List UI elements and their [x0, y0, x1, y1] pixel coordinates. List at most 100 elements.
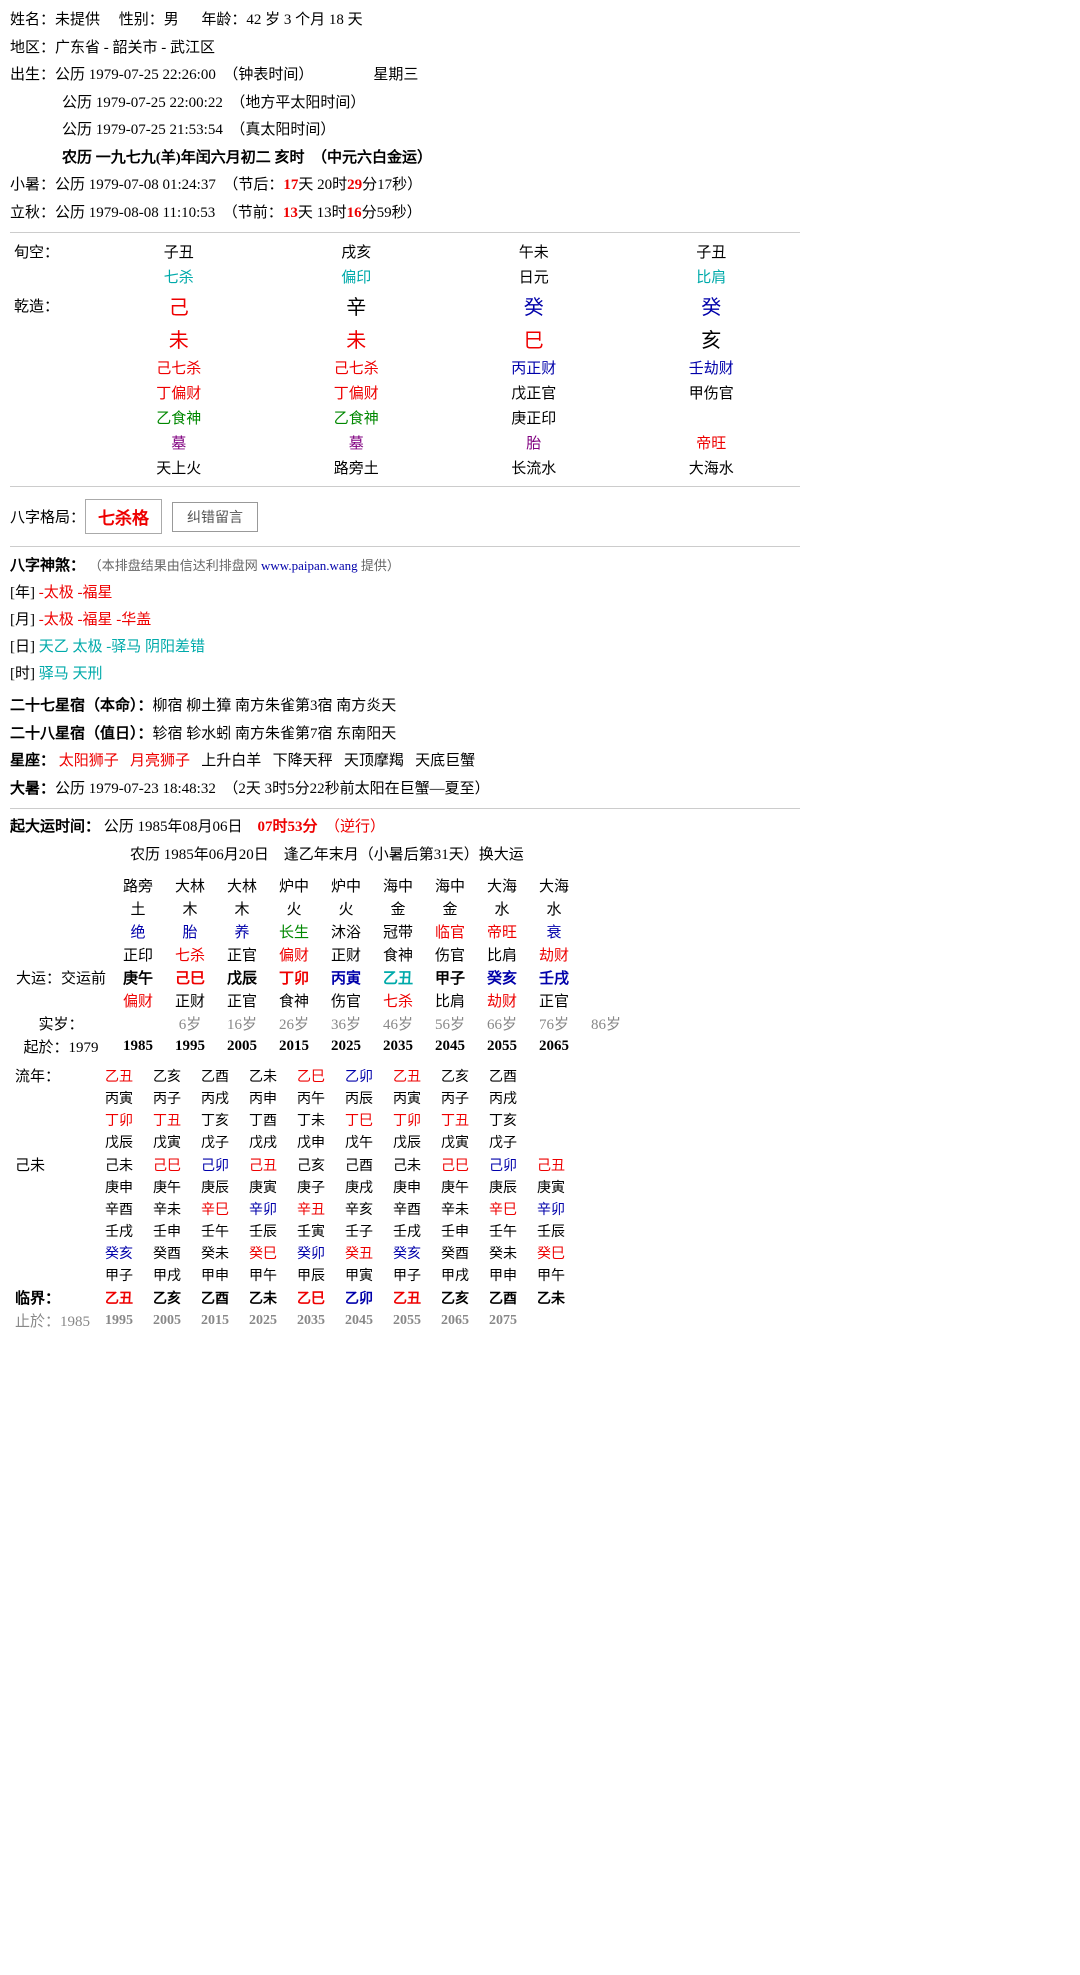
linjie-row: 临界：乙丑乙亥乙酉乙未乙巳乙卯乙丑乙亥乙酉乙未 [10, 1286, 575, 1309]
state-row: 墓 墓 胎 帝旺 [10, 430, 800, 455]
dashu-label: 大暑： [10, 781, 55, 797]
birth-line2: 公历 1979-07-25 22:00:22 （地方平太阳时间） [10, 91, 800, 117]
xingxiu-28-val: 轸宿 轸水蚓 南方朱雀第7宿 东南阳天 [153, 726, 397, 742]
nayin-0: 天上火 [90, 455, 268, 480]
gender-label: 性别： [119, 12, 164, 28]
dayun-start-note: （逆行） [325, 819, 385, 835]
gaju-label: 八字格局： [10, 506, 85, 527]
xz-2: 上升白羊 [201, 753, 261, 769]
liqiu-line: 立秋：公历 1979-08-08 11:10:53 （节前：13天 13时16分… [10, 201, 800, 227]
gaju-btn[interactable]: 纠错留言 [172, 502, 258, 532]
shen-month-bracket: [月] [10, 612, 39, 628]
dz-1: 未 [268, 322, 446, 355]
sub1-3: 壬劫财 [623, 355, 801, 380]
shen-title: 八字神煞： [10, 558, 85, 574]
state-2: 胎 [445, 430, 623, 455]
gaju-value: 七杀格 [98, 504, 149, 529]
birth-line1: 出生：公历 1979-07-25 22:26:00 （钟表时间） 星期三 [10, 63, 800, 89]
xiaoshu-d: 17 [283, 177, 298, 193]
birth-solar2: 公历 1979-07-25 22:00:22 [62, 95, 223, 111]
liqiu-m: 16 [347, 205, 362, 221]
sub3-row: 乙食神 乙食神 庚正印 [10, 405, 800, 430]
bazi-section: 旬空： 子丑 戌亥 午未 子丑 七杀 偏印 日元 比肩 乾造： 己 辛 癸 癸 [10, 239, 800, 480]
xz-5: 天底巨蟹 [415, 753, 475, 769]
liqiu-end: 分59秒） [362, 205, 422, 221]
sub2-3: 甲伤官 [623, 380, 801, 405]
dayun-cell: 金 [424, 897, 476, 920]
dayun-cell: 火 [320, 897, 372, 920]
dayun-row-label [10, 897, 112, 920]
dayun-start-line2: 农历 1985年06月20日 逢乙年末月（小暑后第31天）换大运 [10, 843, 800, 869]
dayun-cell: 木 [164, 897, 216, 920]
state-3: 帝旺 [623, 430, 801, 455]
dayun-cell: 大海 [476, 874, 528, 897]
xingxiu-27-val: 柳宿 柳土獐 南方朱雀第3宿 南方炎天 [153, 698, 397, 714]
sub3-1: 乙食神 [268, 405, 446, 430]
shen-month-items: -太极 -福星 -华盖 [39, 612, 152, 628]
sub3-0: 乙食神 [90, 405, 268, 430]
tg-3: 癸 [623, 289, 801, 322]
xiaoshu-val: 公历 1979-07-08 01:24:37 [55, 177, 216, 193]
shen-day-bracket: [日] [10, 639, 39, 655]
divider2 [10, 486, 800, 487]
xingxiu-27-label: 二十七星宿（本命）： [10, 698, 153, 714]
dayun-cell: 大林 [216, 874, 268, 897]
xiaoshu-m: 29 [347, 177, 362, 193]
dz-2: 巳 [445, 322, 623, 355]
shen-link[interactable]: www.paipan.wang [261, 558, 358, 573]
shen-year-bracket: [年] [10, 585, 39, 601]
liuyun-row: 庚申庚午庚辰庚寅庚子庚戌庚申庚午庚辰庚寅 [10, 1176, 575, 1198]
dayun-start-time: 07时53分 [258, 819, 318, 835]
dayun-cell: 木 [216, 897, 268, 920]
divider4 [10, 808, 800, 809]
divider1 [10, 232, 800, 233]
xiaoshu-label: 小暑： [10, 177, 55, 193]
liqiu-val: 公历 1979-08-08 11:10:53 [55, 205, 215, 221]
birth-lunar: 农历 一九七九(羊)年闰六月初二 亥时 [62, 150, 305, 166]
shen-item-0: [年] -太极 -福星 [10, 580, 800, 607]
xingxiu-28: 二十八星宿（值日）：轸宿 轸水蚓 南方朱雀第7宿 东南阳天 [10, 722, 800, 748]
birth-true: （真太阳时间） [230, 122, 335, 138]
dayun-cell: 大林 [164, 874, 216, 897]
dayun-state: 帝旺 [476, 920, 528, 943]
xingxiu-27: 二十七星宿（本命）：柳宿 柳土獐 南方朱雀第3宿 南方炎天 [10, 694, 800, 720]
xingxiu-28-label: 二十八星宿（值日）： [10, 726, 153, 742]
dayun-table: 路旁大林大林炉中炉中海中海中大海大海土木木火火金金水水绝胎养长生沐浴冠带临官帝旺… [10, 874, 632, 1058]
dayun-start-detail: 逢乙年末月（小暑后第31天）换大运 [284, 847, 524, 863]
shen-note: （本排盘结果由信达利排盘网 www.paipan.wang 提供） [89, 558, 400, 573]
dashu-line: 大暑：公历 1979-07-23 18:48:32 （2天 3时5分22秒前太阳… [10, 777, 800, 803]
role-3: 比肩 [623, 264, 801, 289]
xunkong-0: 子丑 [90, 239, 268, 264]
shen-item-3: [时] 驿马 天刑 [10, 661, 800, 688]
xunkong-row: 旬空： 子丑 戌亥 午未 子丑 [10, 239, 800, 264]
tg-0: 己 [90, 289, 268, 322]
liuyun-row: 丁卯丁丑丁亥丁酉丁未丁巳丁卯丁丑丁亥 [10, 1109, 575, 1131]
liqiu-label: 立秋： [10, 205, 55, 221]
region-value: 广东省 - 韶关市 - 武江区 [55, 40, 215, 56]
liuyun-row: 流年：乙丑乙亥乙酉乙未乙巳乙卯乙丑乙亥乙酉 [10, 1064, 575, 1087]
xz-3: 下降天秤 [273, 753, 333, 769]
dz-0: 未 [90, 322, 268, 355]
xingzuo-line: 星座： 太阳狮子 月亮狮子 上升白羊 下降天秤 天顶摩羯 天底巨蟹 [10, 749, 800, 775]
dayun-state: 绝 [112, 920, 164, 943]
dayun-cell: 水 [476, 897, 528, 920]
liuyun-row: 己未己未己巳己卯己丑己亥己酉己未己巳己卯己丑 [10, 1153, 575, 1176]
gender-value: 男 [164, 12, 179, 28]
xunkong-3: 子丑 [623, 239, 801, 264]
liuyun-row: 丙寅丙子丙戌丙申丙午丙辰丙寅丙子丙戌 [10, 1087, 575, 1109]
liuyun-row: 壬戌壬申壬午壬辰壬寅壬子壬戌壬申壬午壬辰 [10, 1220, 575, 1242]
name-label: 姓名： [10, 12, 55, 28]
dayun-cell: 金 [372, 897, 424, 920]
xiaoshu-line: 小暑：公历 1979-07-08 01:24:37 （节后：17天 20时29分… [10, 173, 800, 199]
liuyun-row: 甲子甲戌甲申甲午甲辰甲寅甲子甲戌甲申甲午 [10, 1264, 575, 1286]
dz-3: 亥 [623, 322, 801, 355]
birth-solar3: 公历 1979-07-25 21:53:54 [62, 122, 223, 138]
dayun-cell: 大海 [528, 874, 580, 897]
dayun-start-label: 起大运时间： [10, 819, 100, 835]
xiaoshu-mid: 天 20时 [298, 177, 347, 193]
age-label: 年龄： [201, 12, 246, 28]
birth-solar: 公历 1979-07-25 22:26:00 [55, 67, 216, 83]
dashu-val: 公历 1979-07-23 18:48:32 [55, 781, 216, 797]
role-0: 七杀 [90, 264, 268, 289]
dayun-cell: 水 [528, 897, 580, 920]
